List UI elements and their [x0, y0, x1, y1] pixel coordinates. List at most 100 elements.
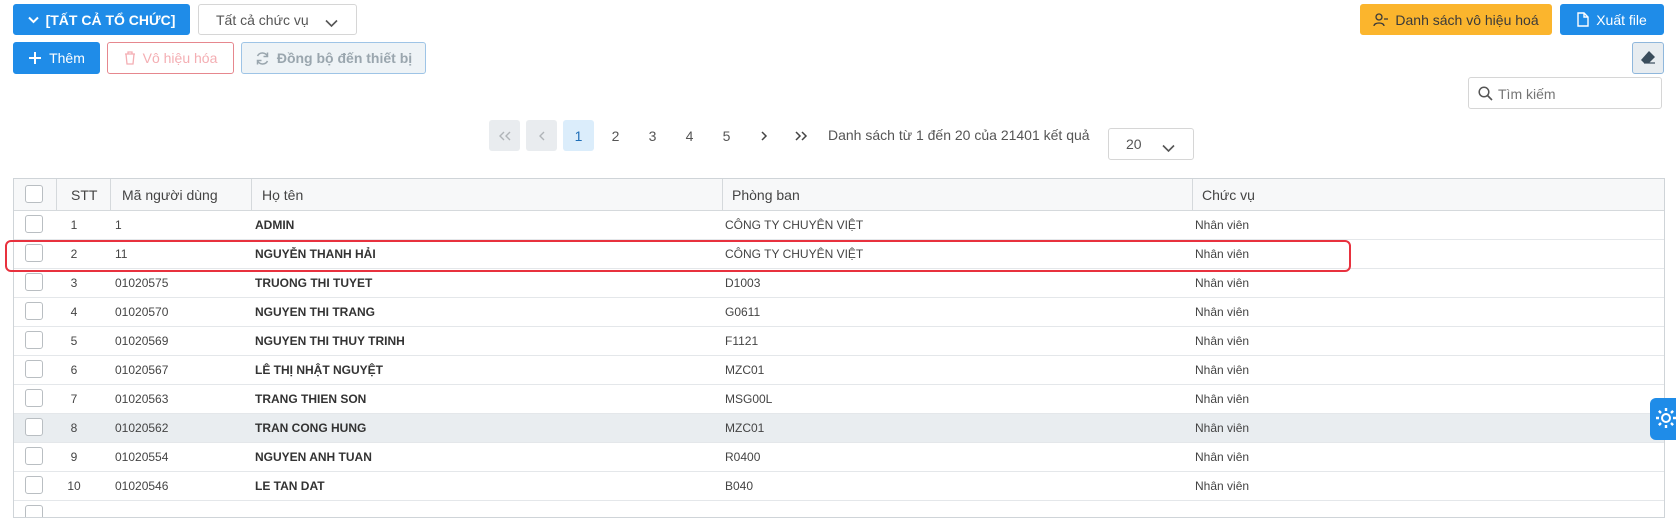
table-row[interactable]: 3 01020575 TRUONG THI TUYET D1003 Nhân v… [14, 269, 1664, 298]
sync-device-label: Đồng bộ đến thiết bị [276, 50, 413, 66]
cell-user-code: 01020569 [115, 334, 169, 348]
row-checkbox[interactable] [25, 215, 43, 233]
cell-full-name: NGUYEN THI TRANG [255, 305, 375, 319]
page-size-select[interactable]: 20 [1108, 128, 1194, 160]
cell-full-name: LÊ THỊ NHẬT NGUYỆT [255, 363, 383, 377]
page-size-value: 20 [1126, 136, 1142, 152]
table-row[interactable]: 7 01020563 TRANG THIEN SON MSG00L Nhân v… [14, 385, 1664, 414]
page-2-button[interactable]: 2 [600, 120, 631, 151]
double-chevron-left-icon [498, 128, 512, 144]
column-header-position[interactable]: Chức vụ [1202, 179, 1255, 210]
cell-stt: 10 [67, 479, 81, 493]
cell-department: CÔNG TY CHUYÊN VIỆT [725, 247, 864, 261]
chevron-down-icon [27, 16, 39, 24]
row-checkbox[interactable] [25, 360, 43, 378]
cell-user-code: 1 [115, 218, 122, 232]
trash-icon [124, 51, 136, 65]
table-row[interactable]: 6 01020567 LÊ THỊ NHẬT NGUYỆT MZC01 Nhân… [14, 356, 1664, 385]
cell-full-name: NGUYEN ANH TUAN [255, 450, 372, 464]
cell-full-name: ADMIN [255, 218, 295, 232]
position-select-value: Tất cả chức vụ [216, 11, 309, 28]
row-checkbox[interactable] [25, 389, 43, 407]
org-filter-button[interactable]: [TẤT CẢ TỔ CHỨC] [13, 4, 190, 35]
page-4-button[interactable]: 4 [674, 120, 705, 151]
table-row[interactable]: 10 01020546 LE TAN DAT B040 Nhân viên [14, 472, 1664, 501]
double-chevron-right-icon [794, 128, 808, 144]
column-header-user-code[interactable]: Mã người dùng [122, 179, 218, 210]
table-row[interactable] [14, 501, 1664, 517]
search-icon [1478, 86, 1493, 104]
next-page-button[interactable] [748, 120, 779, 151]
cell-full-name: TRUONG THI TUYET [255, 276, 373, 290]
table-row[interactable]: 8 01020562 TRAN CONG HUNG MZC01 Nhân viê… [14, 414, 1664, 443]
column-header-stt[interactable]: STT [71, 179, 97, 210]
cell-department: R0400 [725, 450, 761, 464]
eraser-icon [1640, 50, 1656, 67]
position-select[interactable]: Tất cả chức vụ [198, 4, 357, 35]
export-file-label: Xuất file [1596, 11, 1647, 28]
org-filter-label: [TẤT CẢ TỔ CHỨC] [45, 11, 176, 28]
first-page-button[interactable] [489, 120, 520, 151]
export-file-button[interactable]: Xuất file [1560, 4, 1664, 35]
cell-stt: 2 [70, 247, 78, 261]
user-minus-icon [1373, 12, 1389, 27]
table-row[interactable]: 4 01020570 NGUYEN THI TRANG G0611 Nhân v… [14, 298, 1664, 327]
row-checkbox[interactable] [25, 331, 43, 349]
cell-stt: 6 [70, 363, 78, 377]
users-table: STT Mã người dùng Họ tên Phòng ban Chức … [13, 178, 1665, 518]
cell-position: Nhân viên [1195, 334, 1250, 348]
prev-page-button[interactable] [526, 120, 557, 151]
page-3-button[interactable]: 3 [637, 120, 668, 151]
row-checkbox[interactable] [25, 302, 43, 320]
sync-device-button[interactable]: Đồng bộ đến thiết bị [241, 42, 426, 74]
disable-label: Vô hiệu hóa [142, 50, 218, 66]
cell-full-name: TRANG THIEN SON [255, 392, 367, 406]
cell-user-code: 01020546 [115, 479, 169, 493]
cell-full-name: NGUYỄN THANH HẢI [255, 247, 376, 261]
row-checkbox[interactable] [25, 476, 43, 494]
cell-position: Nhân viên [1195, 392, 1250, 406]
column-header-full-name[interactable]: Họ tên [262, 179, 303, 210]
cell-user-code: 01020567 [115, 363, 169, 377]
cell-stt: 1 [70, 218, 78, 232]
row-checkbox[interactable] [25, 273, 43, 291]
table-row[interactable]: 9 01020554 NGUYEN ANH TUAN R0400 Nhân vi… [14, 443, 1664, 472]
select-all-cell [14, 179, 54, 210]
cell-department: F1121 [725, 334, 759, 348]
cell-user-code: 01020575 [115, 276, 169, 290]
disable-button[interactable]: Vô hiệu hóa [107, 42, 234, 74]
row-checkbox[interactable] [25, 244, 43, 262]
cell-stt: 3 [70, 276, 78, 290]
chevron-down-icon [1162, 140, 1175, 156]
page-5-button[interactable]: 5 [711, 120, 742, 151]
file-icon [1577, 12, 1589, 27]
disabled-list-button[interactable]: Danh sách vô hiệu hoá [1360, 4, 1552, 35]
add-button[interactable]: Thêm [13, 42, 100, 74]
row-checkbox[interactable] [25, 418, 43, 436]
cell-position: Nhân viên [1195, 305, 1250, 319]
cell-department: CÔNG TY CHUYÊN VIỆT [725, 218, 864, 232]
cell-position: Nhân viên [1195, 276, 1250, 290]
cell-user-code: 01020563 [115, 392, 169, 406]
table-row[interactable]: 5 01020569 NGUYEN THI THUY TRINH F1121 N… [14, 327, 1664, 356]
search-input[interactable] [1496, 82, 1660, 106]
last-page-button[interactable] [785, 120, 816, 151]
cell-position: Nhân viên [1195, 218, 1250, 232]
chevron-right-icon [760, 128, 768, 144]
table-row[interactable]: 1 1 ADMIN CÔNG TY CHUYÊN VIỆT Nhân viên [14, 211, 1664, 240]
chevron-left-icon [538, 128, 546, 144]
row-checkbox[interactable] [25, 447, 43, 465]
cell-position: Nhân viên [1195, 450, 1250, 464]
clear-filter-button[interactable] [1632, 42, 1664, 74]
chevron-down-icon [325, 15, 338, 31]
cell-user-code: 01020554 [115, 450, 169, 464]
page-1-button[interactable]: 1 [563, 120, 594, 151]
table-row[interactable]: 2 11 NGUYỄN THANH HẢI CÔNG TY CHUYÊN VIỆ… [14, 240, 1664, 269]
select-all-checkbox[interactable] [25, 185, 43, 203]
cell-department: B040 [725, 479, 754, 493]
settings-float-button[interactable] [1650, 398, 1676, 440]
search-box[interactable] [1468, 77, 1662, 109]
table-header: STT Mã người dùng Họ tên Phòng ban Chức … [14, 179, 1664, 211]
column-header-department[interactable]: Phòng ban [732, 179, 800, 210]
cell-full-name: LE TAN DAT [255, 479, 325, 493]
